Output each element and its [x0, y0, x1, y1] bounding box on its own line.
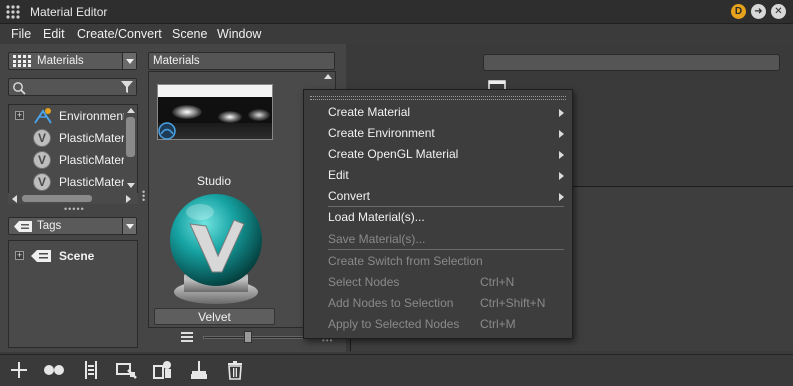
close-icon[interactable]: ✕: [771, 4, 786, 19]
tag-material-icon[interactable]: [152, 360, 174, 380]
search-input[interactable]: [8, 78, 137, 96]
environment-badge-icon: [158, 122, 176, 140]
thumbnail-size-slider[interactable]: [203, 336, 313, 339]
clean-up-brush-icon[interactable]: [188, 360, 210, 380]
delete-icon[interactable]: [224, 360, 246, 380]
tags-dropdown[interactable]: Tags: [8, 217, 137, 235]
menu-item-create-opengl-material[interactable]: Create OpenGL Material: [328, 147, 458, 161]
tree-item-label: Scene: [59, 249, 95, 263]
tree-vertical-scrollbar[interactable]: [124, 105, 137, 193]
tree-item-label: PlasticMater: [59, 175, 125, 189]
submenu-arrow-icon: [559, 172, 564, 180]
tags-dropdown-label: Tags: [37, 220, 62, 232]
tree-item-material[interactable]: V PlasticMater: [9, 171, 125, 193]
menu-edit[interactable]: Edit: [43, 27, 65, 41]
material-ball-preview[interactable]: [160, 190, 272, 308]
menu-create-convert[interactable]: Create/Convert: [77, 27, 162, 41]
menu-item-create-switch: Create Switch from Selection: [328, 254, 483, 268]
menu-separator: [328, 206, 564, 207]
menu-bar: File Edit Create/Convert Scene Window: [0, 24, 793, 44]
dock-badge-button[interactable]: D: [731, 4, 746, 19]
menu-tearoff-handle[interactable]: [310, 96, 566, 100]
tree-item-environment[interactable]: + Environment: [9, 105, 125, 127]
submenu-arrow-icon: [559, 130, 564, 138]
slider-handle[interactable]: [244, 331, 252, 343]
right-header-bar: [483, 54, 780, 71]
material-v-icon: V: [33, 173, 51, 191]
tree-item-material[interactable]: V PlasticMater: [9, 149, 125, 171]
submenu-arrow-icon: [559, 109, 564, 117]
menu-item-add-nodes: Add Nodes to Selection: [328, 296, 454, 310]
tag-icon: [31, 250, 51, 262]
undock-arrow-icon[interactable]: ➜: [751, 4, 766, 19]
scroll-left-icon[interactable]: [12, 195, 17, 203]
tree-item-label: PlasticMater: [59, 153, 125, 167]
menu-item-convert[interactable]: Convert: [328, 189, 370, 203]
tree-item-label: Environment: [59, 109, 125, 123]
menu-item-save-materials: Save Material(s)...: [328, 232, 426, 246]
chevron-down-icon: [122, 218, 136, 234]
tree-item-scene[interactable]: + Scene: [9, 245, 123, 267]
scroll-up-icon[interactable]: [324, 74, 332, 79]
menu-shortcut: Ctrl+Shift+N: [480, 296, 546, 310]
environment-icon: [34, 108, 52, 124]
menu-item-load-materials[interactable]: Load Material(s)...: [328, 210, 425, 224]
chevron-down-icon: [122, 53, 136, 69]
menu-item-create-environment[interactable]: Create Environment: [328, 126, 435, 140]
material-name-label[interactable]: Velvet: [154, 308, 275, 325]
menu-item-apply-to-selected: Apply to Selected Nodes: [328, 317, 460, 331]
add-icon[interactable]: [8, 360, 30, 380]
context-menu: Create Material Create Environment Creat…: [303, 89, 573, 339]
scroll-down-icon[interactable]: [127, 183, 135, 188]
material-v-icon: V: [33, 129, 51, 147]
menu-shortcut: Ctrl+N: [480, 275, 515, 289]
search-icon: [13, 82, 26, 95]
menu-scene[interactable]: Scene: [172, 27, 207, 41]
tags-tree: + Scene: [8, 240, 138, 348]
splitter-handle[interactable]: •••••: [64, 204, 85, 214]
materials-tree: + Environment V PlasticMater V PlasticMa…: [8, 104, 138, 194]
duplicate-icon[interactable]: [43, 360, 65, 380]
group-icon[interactable]: [80, 360, 102, 380]
materials-dropdown[interactable]: Materials: [8, 52, 137, 70]
scroll-right-icon[interactable]: [126, 195, 131, 203]
menu-shortcut: Ctrl+M: [480, 317, 516, 331]
materials-header: Materials: [148, 52, 335, 70]
preview-environment-label: Studio: [197, 174, 232, 188]
scroll-up-icon[interactable]: [127, 108, 135, 113]
scroll-thumb[interactable]: [22, 195, 92, 202]
list-view-icon[interactable]: [181, 331, 193, 343]
menu-file[interactable]: File: [11, 27, 31, 41]
app-grid-icon: [6, 5, 20, 19]
materials-header-label: Materials: [153, 55, 200, 67]
menu-item-edit[interactable]: Edit: [328, 168, 349, 182]
tree-horizontal-scrollbar[interactable]: [8, 193, 138, 204]
title-bar: Material Editor D ➜ ✕: [0, 0, 793, 24]
scroll-thumb[interactable]: [126, 117, 135, 157]
material-v-icon: V: [33, 151, 51, 169]
submenu-arrow-icon: [559, 193, 564, 201]
menu-item-create-material[interactable]: Create Material: [328, 105, 410, 119]
submenu-arrow-icon: [559, 151, 564, 159]
grid-dots-icon: [13, 55, 31, 67]
select-nodes-icon[interactable]: [116, 360, 138, 380]
bottom-toolbar: [0, 354, 793, 386]
tag-icon: [14, 221, 32, 232]
materials-dropdown-label: Materials: [37, 55, 84, 67]
expand-icon[interactable]: +: [15, 111, 24, 120]
menu-item-select-nodes: Select Nodes: [328, 275, 400, 289]
menu-separator: [328, 249, 564, 250]
expand-icon[interactable]: +: [15, 251, 24, 260]
menu-window[interactable]: Window: [217, 27, 261, 41]
tree-item-label: PlasticMater: [59, 131, 125, 145]
window-title: Material Editor: [30, 5, 108, 19]
tree-item-material[interactable]: V PlasticMater: [9, 127, 125, 149]
filter-icon[interactable]: [120, 80, 134, 94]
